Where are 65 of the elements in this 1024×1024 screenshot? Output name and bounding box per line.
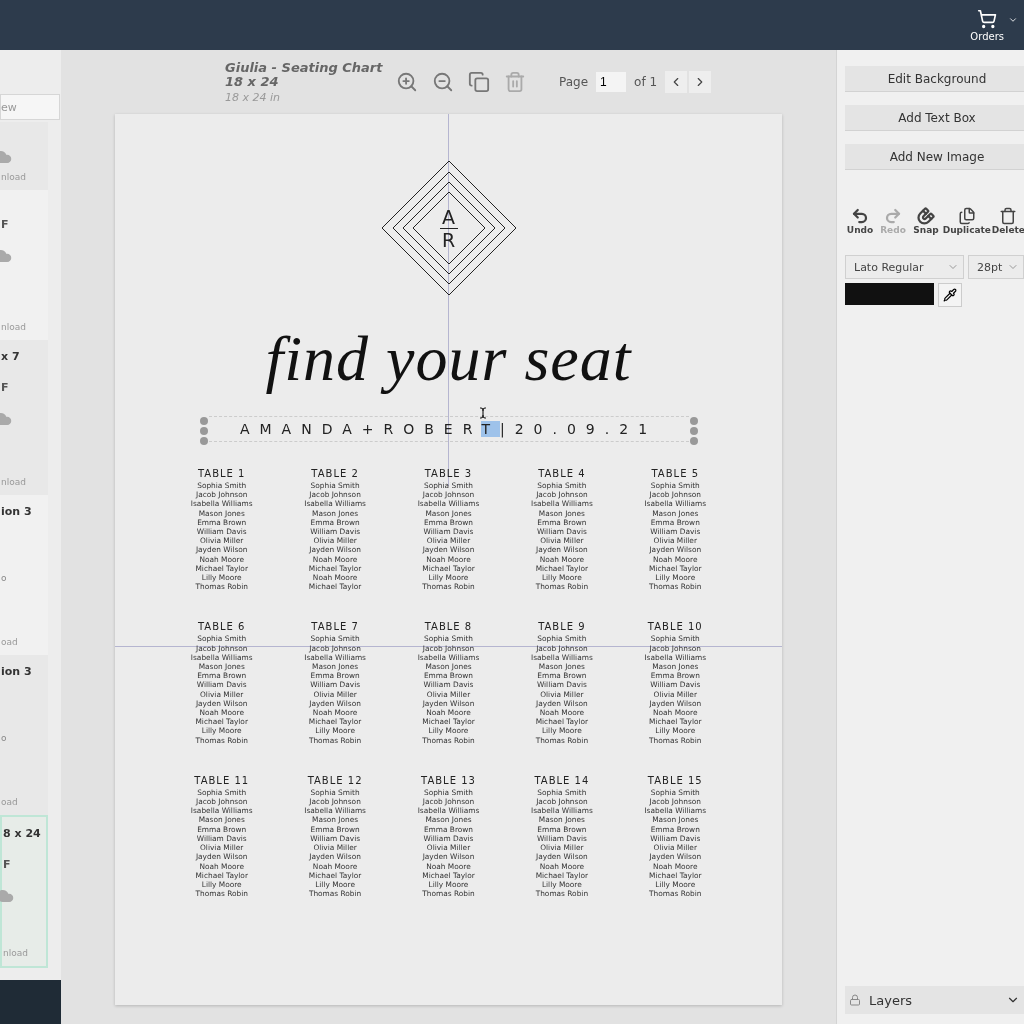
cart-icon	[977, 8, 998, 29]
page-label: Page	[559, 75, 589, 89]
panel-button[interactable]: Add New Image	[845, 144, 1024, 170]
table-heading: TABLE 13	[421, 774, 476, 786]
table-heading: TABLE 1	[197, 468, 246, 479]
table-heading: TABLE 5	[651, 468, 699, 479]
document-size: 18 x 24 in	[225, 90, 282, 104]
table-heading: TABLE 4	[538, 468, 586, 479]
page-total: of 1	[634, 75, 658, 89]
card-format: F	[3, 858, 11, 871]
magnet-icon	[917, 207, 935, 225]
page-field[interactable]: 1	[596, 72, 627, 92]
size-value: 28pt	[977, 260, 1003, 274]
lock-icon	[849, 994, 861, 1006]
card-title: 8 x 24	[3, 827, 41, 840]
trash-icon	[999, 207, 1018, 225]
panel-button[interactable]: Add Text Box	[845, 105, 1024, 131]
orders-button[interactable]: Orders	[970, 8, 1018, 42]
table-heading: TABLE 11	[194, 774, 250, 786]
table-heading: TABLE 7	[311, 621, 359, 633]
table-heading: TABLE 10	[647, 621, 703, 633]
card-title: ion 3	[1, 665, 32, 678]
monogram-letter: R	[441, 229, 456, 250]
table-heading: TABLE 14	[534, 774, 590, 786]
monogram-letter: A	[442, 206, 455, 227]
layers-label: Layers	[869, 992, 914, 1008]
template-card[interactable]: ion 3 o oad	[0, 495, 48, 655]
next-page-button[interactable]	[689, 71, 712, 93]
table-heading: TABLE 9	[538, 621, 586, 633]
card-title: ion 3	[1, 505, 32, 518]
card-format: F	[1, 218, 9, 231]
table-heading: TABLE 8	[424, 621, 473, 633]
table-heading: TABLE 2	[311, 468, 359, 479]
card-title: x 7	[1, 350, 20, 363]
table-heading: TABLE 6	[197, 621, 246, 633]
tool-button[interactable]: Undo	[845, 207, 875, 235]
headline: find your seat	[265, 322, 632, 396]
template-card[interactable]: x 7 F nload	[0, 340, 48, 495]
eyedropper-button[interactable]	[938, 283, 962, 307]
table-heading: TABLE 12	[307, 774, 363, 786]
color-swatch[interactable]	[845, 283, 934, 305]
eyedropper-icon	[943, 288, 957, 302]
undo-icon	[851, 207, 869, 225]
sidebar-footer	[0, 980, 61, 1024]
template-card[interactable]: ion 3 o oad	[0, 655, 48, 815]
previous-page-button[interactable]	[665, 71, 688, 93]
card-note: o	[1, 732, 7, 743]
layers-bar[interactable]: Layers	[845, 986, 1024, 1014]
table-heading: TABLE 3	[424, 468, 473, 479]
template-card[interactable]: F nload	[0, 190, 48, 340]
font-select[interactable]: Lato Regular	[845, 255, 964, 279]
size-select[interactable]: 28pt	[968, 255, 1024, 279]
font-value: Lato Regular	[854, 260, 924, 274]
tool-button[interactable]: Delete	[992, 207, 1024, 235]
panel-button[interactable]: Edit Background	[845, 66, 1024, 92]
table-heading: TABLE 15	[647, 774, 703, 786]
duplicate-icon	[957, 207, 976, 225]
tool-button[interactable]: Duplicate	[944, 207, 990, 235]
tool-button[interactable]: Snap	[911, 207, 941, 235]
names-date-text[interactable]: AMANDA+ROBER T|20.09.21	[239, 421, 658, 437]
card-note: o	[1, 572, 7, 583]
card-format: F	[1, 381, 9, 394]
redo-icon	[884, 207, 902, 225]
document-title: Giulia - Seating Chart 18 x 24	[225, 60, 384, 89]
template-card[interactable]: 8 x 24 F nload	[0, 815, 48, 968]
